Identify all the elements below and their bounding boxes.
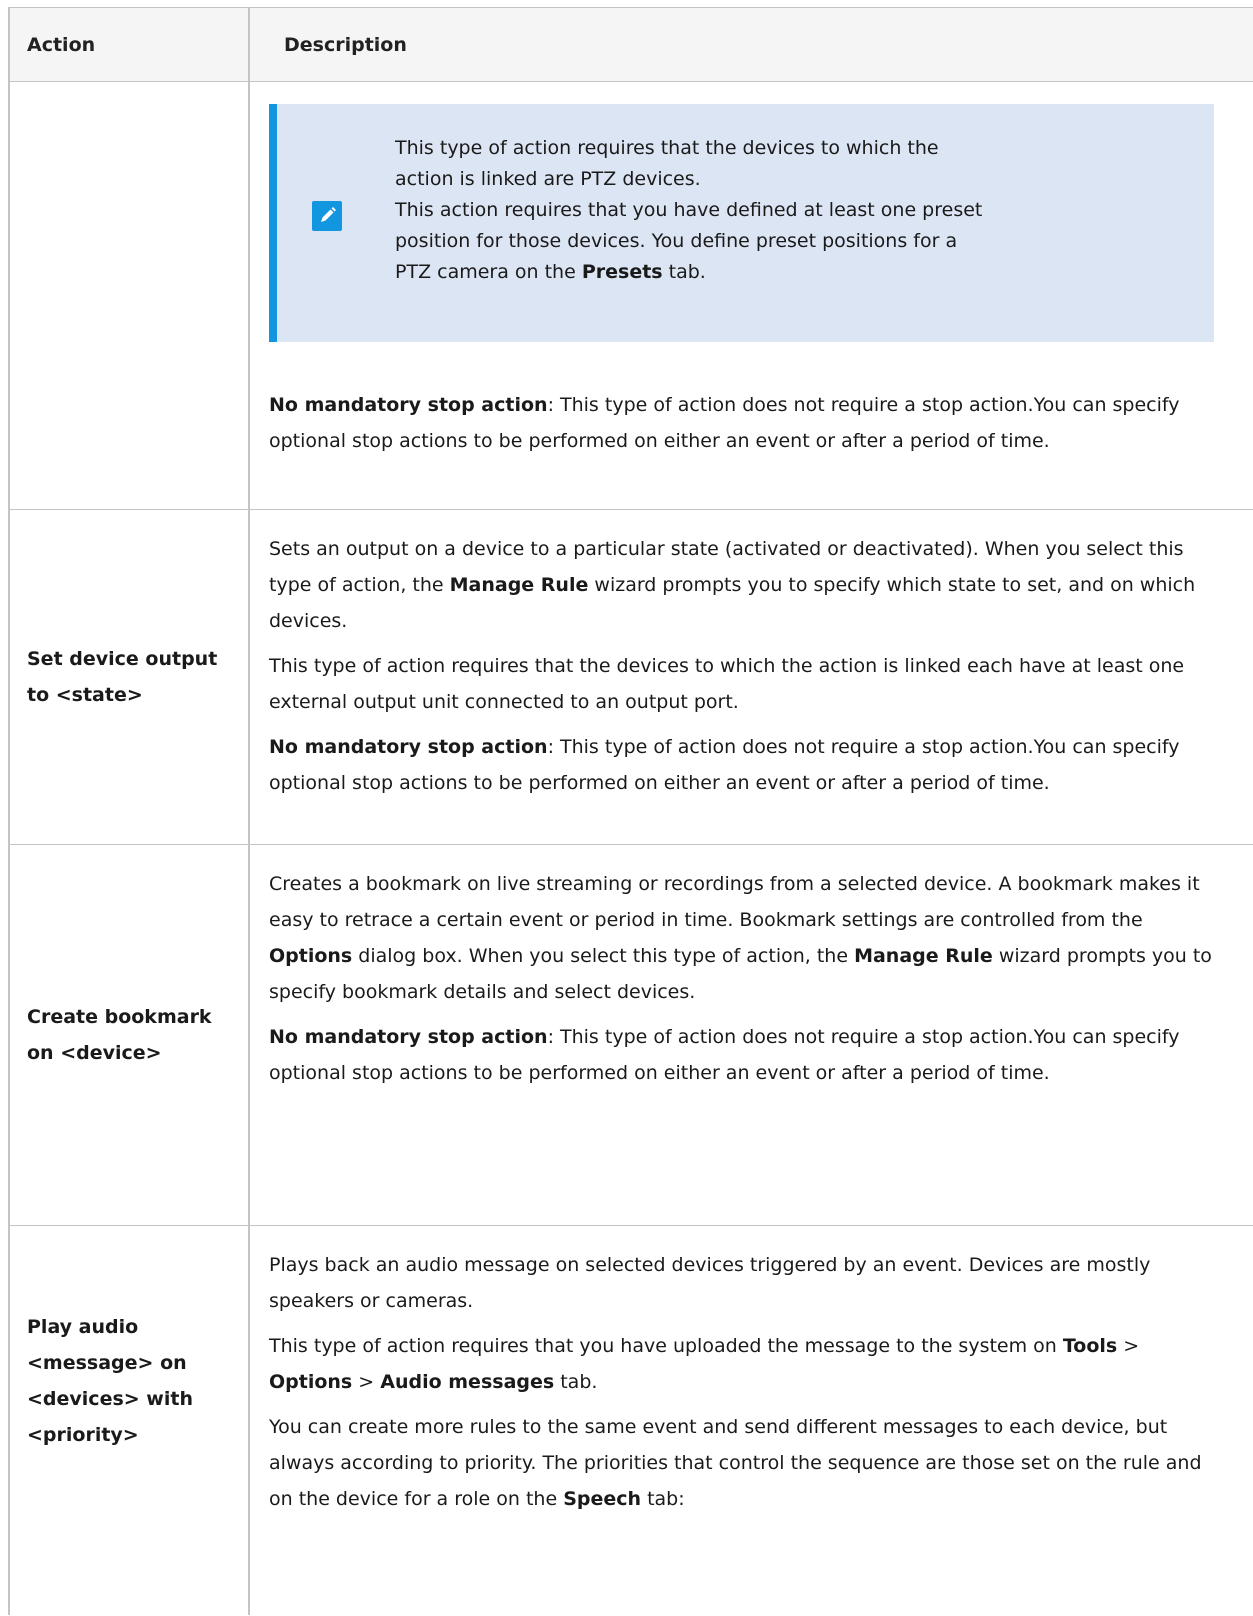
description-cell: Creates a bookmark on live streaming or … [269,866,1214,1091]
description-paragraph: Sets an output on a device to a particul… [269,538,1196,632]
note-line: This type of action requires that the de… [395,137,939,159]
description-cell: Sets an output on a device to a particul… [269,531,1214,801]
note-line: PTZ camera on the Presets tab. [395,261,706,283]
column-header-action: Action [27,34,96,56]
note-text: This type of action requires that the de… [395,133,1085,288]
description-paragraph: You can create more rules to the same ev… [269,1416,1202,1510]
stop-action-paragraph: No mandatory stop action: This type of a… [269,394,1180,452]
actions-table: Action Description This type of action r… [8,7,1253,1615]
table-row: Create bookmark on <device> Creates a bo… [8,844,1253,1225]
pencil-note-icon [312,201,342,231]
stop-action-paragraph: No mandatory stop action: This type of a… [269,1026,1180,1084]
action-cell: Set device output to <state> [27,648,218,706]
action-cell: Play audio <message> on <devices> with <… [27,1315,193,1446]
stop-action-paragraph: No mandatory stop action: This type of a… [269,736,1180,794]
note-line: This action requires that you have defin… [395,199,983,221]
description-paragraph: This type of action requires that you ha… [269,1335,1140,1393]
table-header: Action Description [8,7,1253,81]
note-line: position for those devices. You define p… [395,230,958,252]
description-cell: This type of action requires that the de… [269,82,1214,459]
table-row: Play audio <message> on <devices> with <… [8,1225,1253,1615]
note-box: This type of action requires that the de… [269,104,1214,342]
table-row: Set device output to <state> Sets an out… [8,509,1253,844]
description-paragraph: Creates a bookmark on live streaming or … [269,873,1212,1003]
action-cell: Create bookmark on <device> [27,1006,212,1064]
table-row: This type of action requires that the de… [8,81,1253,509]
action-cell [27,82,232,509]
description-cell: Plays back an audio message on selected … [269,1247,1214,1517]
column-header-description: Description [284,34,407,56]
description-paragraph: This type of action requires that the de… [269,655,1185,713]
presets-term: Presets [581,261,663,283]
description-paragraph: Plays back an audio message on selected … [269,1254,1151,1312]
note-line: action is linked are PTZ devices. [395,168,701,190]
